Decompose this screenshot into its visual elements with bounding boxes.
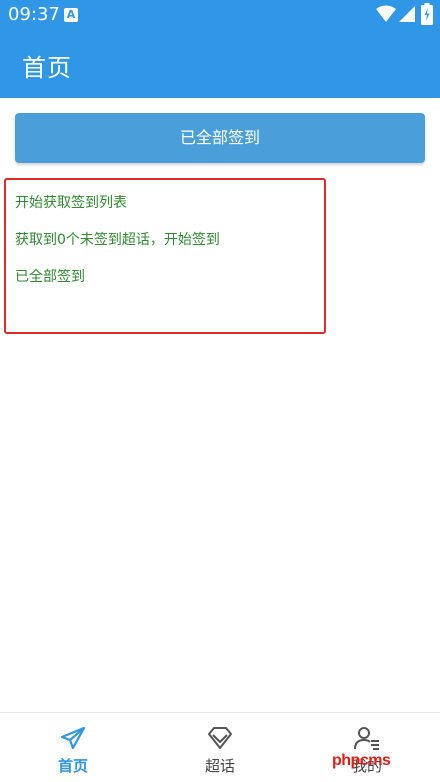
status-time: 09:37 [8, 4, 60, 25]
nav-item-topics[interactable]: 超话 [147, 713, 293, 782]
log-line: 获取到0个未签到超话，开始签到 [15, 232, 220, 248]
nav-item-home[interactable]: 首页 [0, 713, 146, 782]
nav-label-topics: 超话 [204, 757, 235, 775]
app-bar: 09:37 A 首页 [0, 0, 440, 98]
signal-icon [399, 6, 415, 22]
user-list-icon [354, 727, 379, 750]
bottom-nav: 首页 超话 我的 [0, 712, 440, 782]
battery-icon [421, 3, 433, 25]
watermark: phpcms [332, 752, 391, 769]
page-title: 首页 [22, 54, 72, 82]
wifi-icon [376, 5, 396, 22]
sign-all-button[interactable]: 已全部签到 [15, 113, 425, 163]
nav-item-profile[interactable]: 我的 [294, 713, 440, 782]
paper-plane-icon [60, 726, 86, 750]
log-line: 开始获取签到列表 [15, 195, 127, 211]
diamond-icon [208, 727, 232, 749]
status-bar: 09:37 A [0, 0, 440, 32]
notification-app-icon: A [64, 8, 78, 22]
app-screen: 09:37 A 首页 已全部签到 开始获取签到列表 获取到0个未签到超话，开始签… [0, 0, 440, 782]
log-line: 已全部签到 [15, 269, 85, 285]
nav-label-home: 首页 [57, 757, 88, 775]
log-list: 开始获取签到列表 获取到0个未签到超话，开始签到 已全部签到 [15, 193, 220, 304]
